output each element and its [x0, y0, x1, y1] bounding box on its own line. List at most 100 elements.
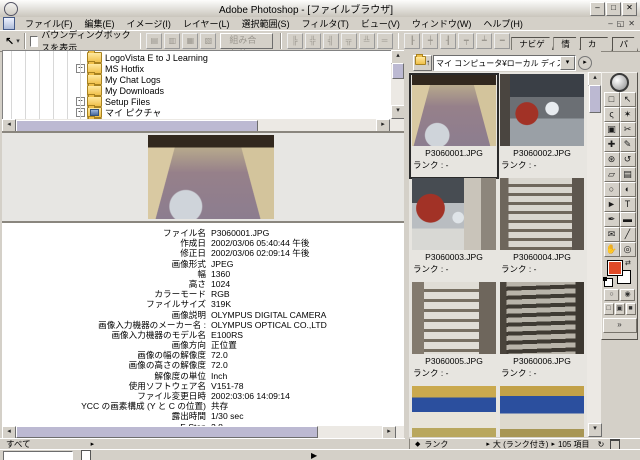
tree-item[interactable]: + MS Hotfix [76, 63, 392, 74]
standard-mode-button[interactable]: ○ [604, 289, 619, 301]
location-combobox[interactable]: マイ コンピュータ¥ローカル ディスク (C:)¥Documents an...… [433, 55, 576, 71]
checkbox-box[interactable] [30, 36, 39, 47]
thumbnail-rank[interactable]: ランク : - [410, 159, 498, 171]
menu-item[interactable]: ビュー(V) [355, 17, 406, 30]
thumbnail-item[interactable]: P3060002.JPG ランク : - [498, 74, 586, 178]
doc-restore-button[interactable]: ◱ [617, 19, 625, 28]
healing-brush-tool[interactable]: ✚ [604, 137, 620, 152]
scroll-down-icon[interactable]: ▾ [391, 105, 405, 119]
move-tool[interactable]: ↖ [620, 92, 636, 107]
minimize-button[interactable]: – [590, 2, 605, 16]
scroll-up-icon[interactable]: ▴ [391, 50, 405, 64]
rectangular-marquee-tool[interactable]: □ [604, 92, 620, 107]
status-popup-arrow-icon[interactable]: ▶ [311, 451, 317, 460]
tree-vertical-scrollbar[interactable]: ▴ ▾ [391, 50, 404, 119]
foreground-color-swatch[interactable] [607, 260, 623, 276]
thumbnail-image[interactable] [500, 282, 584, 354]
thumbnail-image[interactable] [412, 178, 496, 250]
fullscreen-menubar-button[interactable]: ▣ [615, 303, 625, 315]
thumbnail-item[interactable] [498, 386, 586, 437]
palette-tab[interactable]: カラー [580, 37, 612, 51]
thumbnail-item[interactable]: P3060003.JPG ランク : - [410, 178, 498, 282]
doc-minimize-button[interactable]: – [608, 19, 612, 28]
crop-tool[interactable]: ▣ [604, 122, 620, 137]
tree-item-label[interactable]: MS Hotfix [105, 64, 144, 74]
thumbnail-image[interactable] [412, 386, 496, 437]
scrollbar-thumb[interactable] [392, 63, 404, 79]
maximize-button[interactable]: □ [606, 2, 621, 16]
toolbox-logo[interactable] [602, 73, 637, 92]
slice-tool[interactable]: ✂ [620, 122, 636, 137]
thumbnail-item[interactable]: P3060006.JPG ランク : - [498, 282, 586, 386]
path-selection-tool[interactable]: ► [604, 197, 620, 212]
palette-tab[interactable]: 情報 [553, 37, 579, 51]
combo-dropdown-icon[interactable]: ▾ [560, 56, 575, 70]
zoom-percentage-field[interactable] [3, 451, 73, 460]
history-brush-tool[interactable]: ↺ [620, 152, 636, 167]
thumbnail-image[interactable] [500, 74, 584, 146]
tree-item-label[interactable]: My Chat Logs [105, 75, 161, 85]
menu-item[interactable]: レイヤー(L) [177, 17, 236, 30]
window-titlebar[interactable]: Adobe Photoshop - [ファイルブラウザ] – □ ✕ [0, 0, 640, 18]
file-browser-doc-icon[interactable] [3, 17, 15, 30]
palette-tab[interactable]: パス [612, 37, 638, 51]
thumbnail-rank[interactable]: ランク : - [498, 263, 586, 275]
jump-to-imageready-button[interactable]: » [603, 318, 637, 333]
standard-screen-button[interactable]: □ [604, 303, 614, 315]
pen-tool[interactable]: ✒ [604, 212, 620, 227]
menu-arrow-icon[interactable]: ▸ [551, 440, 555, 448]
tree-item[interactable]: My Chat Logs [76, 74, 392, 85]
browser-menu-button[interactable]: ▸ [578, 56, 592, 70]
sort-icon[interactable]: ◆ [415, 440, 420, 448]
shape-tool[interactable]: ▬ [620, 212, 636, 227]
fullscreen-button[interactable]: ■ [626, 303, 636, 315]
thumbnail-rank[interactable]: ランク : - [410, 263, 498, 275]
dodge-tool[interactable]: ◐ [620, 182, 636, 197]
tree-item-label[interactable]: Setup Files [105, 97, 150, 107]
thumbnail-rank[interactable]: ランク : - [498, 367, 586, 379]
scrollbar-thumb[interactable] [589, 85, 601, 113]
close-button[interactable]: ✕ [622, 2, 637, 16]
menu-item[interactable]: ウィンドウ(W) [406, 17, 478, 30]
zoom-tool[interactable]: ◎ [620, 242, 636, 257]
thumbnail-image[interactable] [412, 282, 496, 354]
preview-image[interactable] [148, 135, 274, 219]
sort-by-label[interactable]: ランク [424, 439, 448, 450]
view-size-label[interactable]: 大 (ランク付き) [493, 439, 549, 450]
tool-preset-picker[interactable]: ↖ ▾ [5, 35, 20, 48]
doc-close-button[interactable]: ✕ [628, 19, 635, 28]
menu-arrow-icon[interactable]: ▸ [91, 440, 95, 448]
thumbnail-image[interactable] [412, 74, 496, 146]
document-info-icon[interactable] [81, 450, 91, 460]
browser-vertical-scrollbar[interactable]: ▴ ▾ [587, 72, 601, 437]
thumbnail-item[interactable]: P3060004.JPG ランク : - [498, 178, 586, 282]
scrollbar-thumb[interactable] [16, 426, 318, 438]
quick-mask-button[interactable]: ◉ [620, 289, 635, 301]
rotate-icon[interactable]: ↻ [598, 440, 605, 449]
tree-item-label[interactable]: LogoVista E to J Learning [105, 53, 208, 63]
menu-arrow-icon[interactable]: ▸ [486, 440, 490, 448]
lasso-tool[interactable]: ς [604, 107, 620, 122]
eyedropper-tool[interactable]: ╱ [620, 227, 636, 242]
trash-icon[interactable] [610, 439, 620, 450]
thumbnail-item[interactable] [410, 386, 498, 437]
menu-item[interactable]: フィルタ(T) [296, 17, 355, 30]
gradient-tool[interactable]: ▤ [620, 167, 636, 182]
tree-item-label[interactable]: My Downloads [105, 86, 164, 96]
metadata-horizontal-scrollbar[interactable]: ◂ ▸ [2, 426, 404, 438]
hand-tool[interactable]: ✋ [604, 242, 620, 257]
eraser-tool[interactable]: ▱ [604, 167, 620, 182]
clone-stamp-tool[interactable]: ⊛ [604, 152, 620, 167]
menu-item[interactable]: 選択範囲(S) [236, 17, 296, 30]
default-colors-icon[interactable] [604, 278, 613, 287]
type-tool[interactable]: T [620, 197, 636, 212]
thumbnail-item[interactable]: P3060001.JPG ランク : - [410, 74, 498, 178]
thumbnail-item[interactable]: P3060005.JPG ランク : - [410, 282, 498, 386]
palette-tab[interactable]: ナビゲータ [511, 37, 553, 51]
magic-wand-tool[interactable]: ✶ [620, 107, 636, 122]
tree-item[interactable]: My Downloads [76, 85, 392, 96]
menu-item[interactable]: ヘルプ(H) [477, 17, 529, 30]
blur-tool[interactable]: ○ [604, 182, 620, 197]
up-folder-button[interactable]: ↑ [413, 55, 432, 71]
scroll-up-icon[interactable]: ▴ [588, 72, 602, 86]
